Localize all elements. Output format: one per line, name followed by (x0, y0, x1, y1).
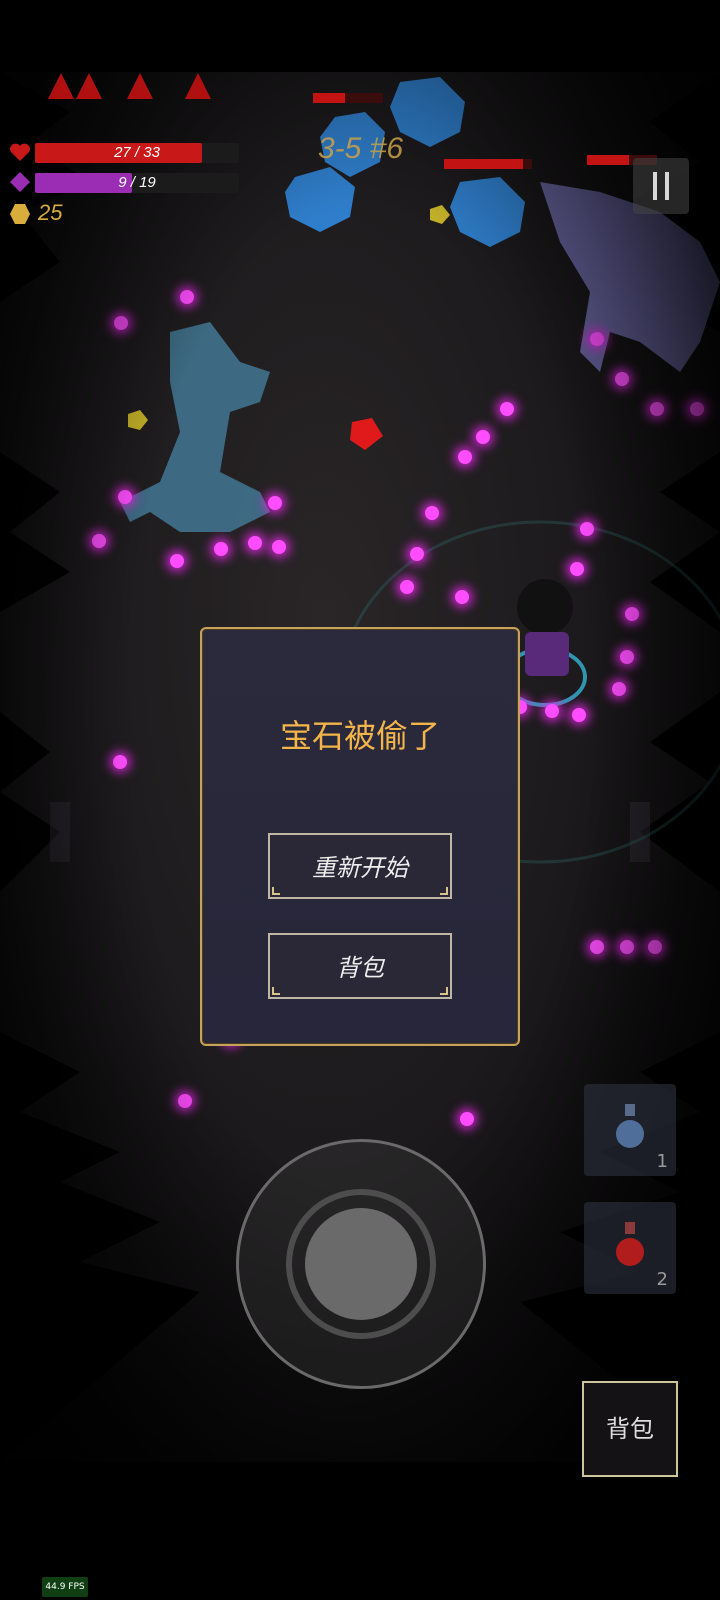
quickslot-1[interactable]: 1 (584, 1084, 676, 1176)
hp-text: 27 / 33 (114, 144, 160, 161)
quickslot-count: 1 (656, 1151, 668, 1172)
dialog-title: 宝石被偷了 (279, 717, 440, 755)
joystick-knob[interactable] (305, 1208, 417, 1320)
blue-potion-icon (616, 1104, 644, 1148)
fps-counter: 44.9 FPS (42, 1577, 88, 1597)
enemy-hp-bar (313, 93, 383, 103)
restart-button[interactable]: 重新开始 (268, 833, 452, 899)
pause-icon (653, 172, 657, 200)
level-indicator: 3-5 #6 (318, 132, 404, 165)
spike-hazard (185, 73, 211, 99)
mana-text: 9 / 19 (118, 174, 156, 191)
diamond-icon (10, 172, 30, 192)
mana-bar: 9 / 19 (35, 173, 239, 193)
quickslot-count: 2 (656, 1269, 668, 1290)
red-potion-icon (616, 1222, 644, 1266)
bag-button[interactable]: 背包 (582, 1381, 678, 1477)
dialog-bag-button[interactable]: 背包 (268, 933, 452, 999)
spike-hazard (48, 73, 74, 99)
enemy-hp-bar (444, 159, 532, 169)
spike-hazard (127, 73, 153, 99)
gold-count: 25 (38, 200, 63, 225)
coin-icon (10, 204, 30, 224)
spike-hazard (76, 73, 102, 99)
heart-icon (10, 143, 30, 161)
pause-button[interactable] (633, 158, 689, 214)
pause-icon (665, 172, 669, 200)
quickslot-2[interactable]: 2 (584, 1202, 676, 1294)
hp-bar: 27 / 33 (35, 143, 239, 163)
game-over-dialog: 宝石被偷了 重新开始 背包 (200, 627, 520, 1046)
